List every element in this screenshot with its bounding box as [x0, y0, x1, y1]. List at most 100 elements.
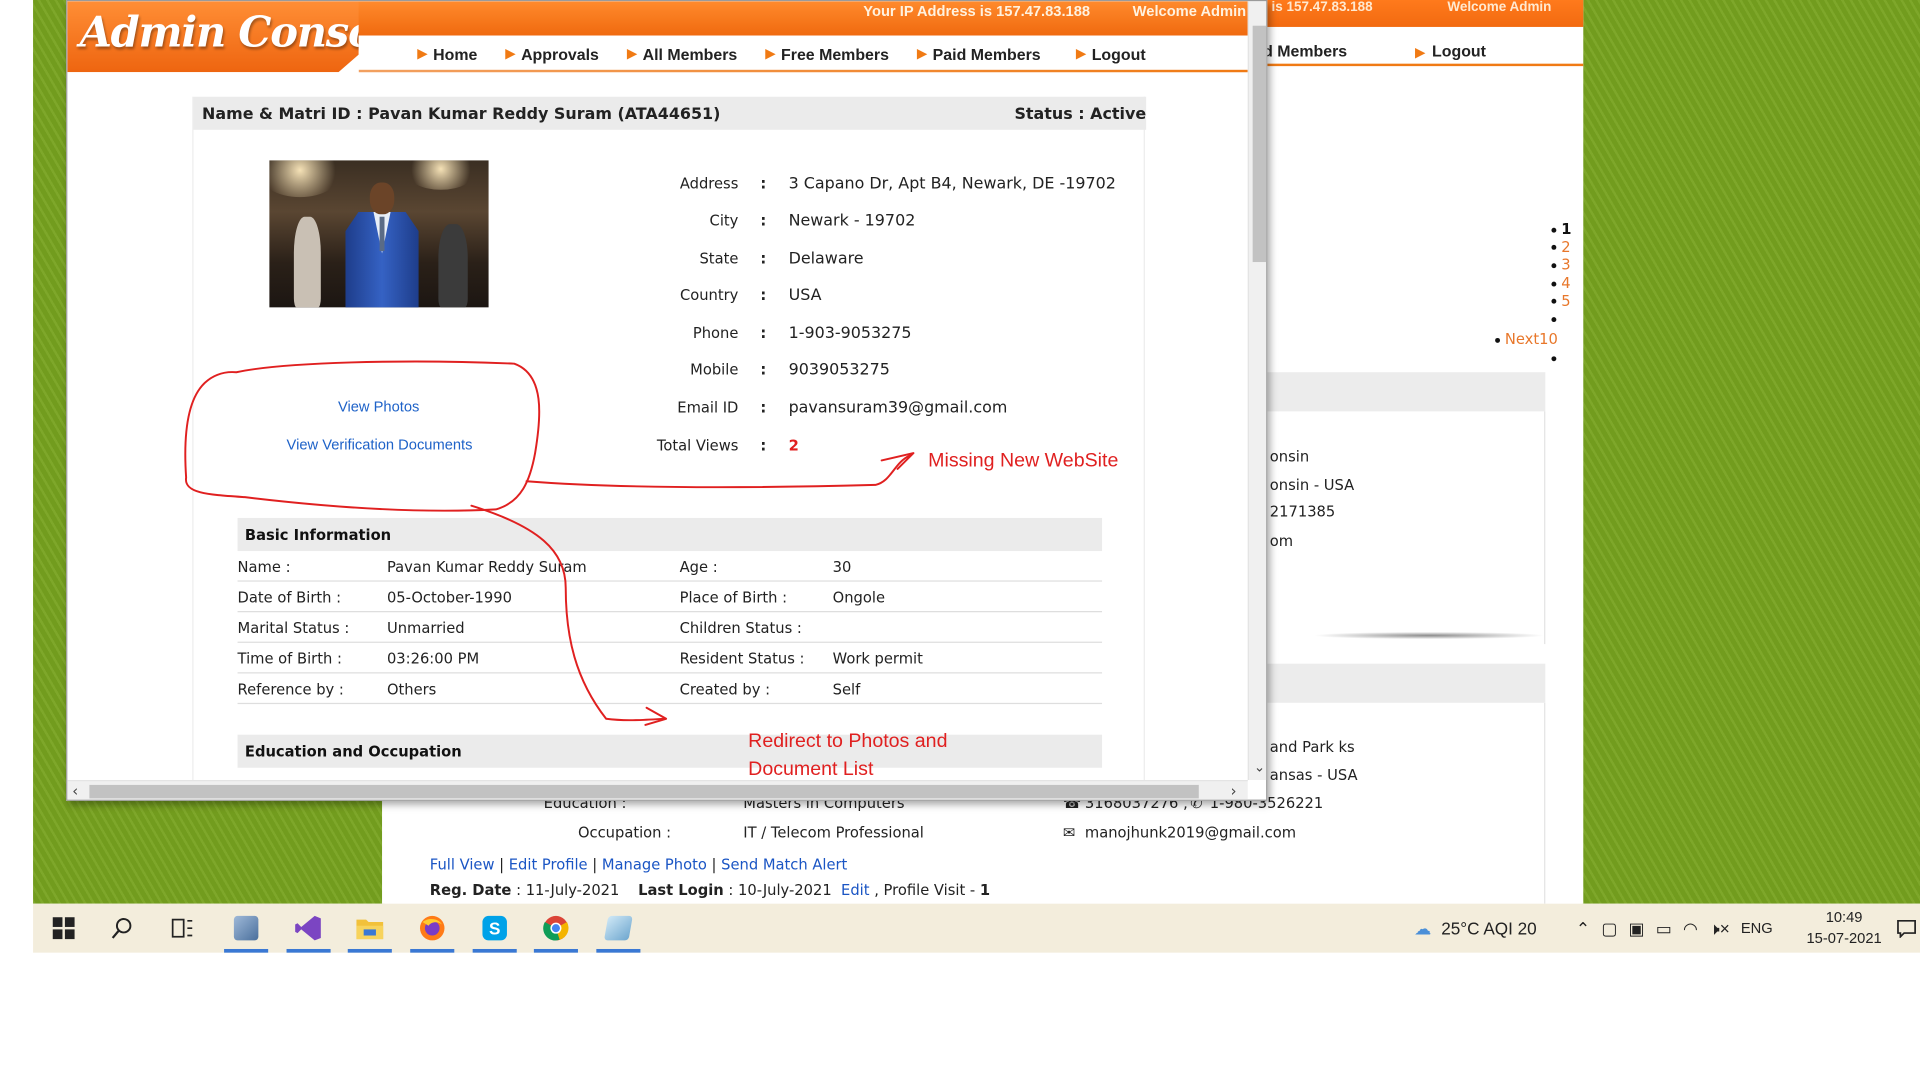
- info-value: 05-October-1990: [386, 588, 512, 607]
- horizontal-scroll-thumb[interactable]: [89, 784, 1199, 799]
- card-shadow: [1312, 631, 1546, 640]
- search-icon[interactable]: [98, 904, 147, 953]
- info-label: Reference by :: [237, 680, 344, 698]
- member-action-links: Full View | Edit Profile | Manage Photo …: [429, 855, 848, 874]
- taskbar-clock[interactable]: 10:49 15-07-2021: [1800, 907, 1888, 949]
- chrome-icon[interactable]: [531, 904, 580, 953]
- scroll-left-icon[interactable]: ‹: [72, 782, 78, 799]
- nav-paid-members[interactable]: ▶ Paid Members: [917, 45, 1041, 63]
- battery-icon[interactable]: ▭: [1656, 918, 1672, 939]
- contact-value: Newark - 19702: [788, 211, 916, 231]
- background-nav: Paid Members ▶ Logout: [1239, 42, 1549, 60]
- background-nav-logout[interactable]: ▶ Logout: [1415, 42, 1518, 60]
- send-match-alert-link[interactable]: Send Match Alert: [721, 856, 847, 873]
- background-card-line: onsin: [1269, 448, 1310, 466]
- windows-start-icon[interactable]: [39, 904, 88, 953]
- info-value: 30: [832, 558, 852, 576]
- contact-value: pavansuram39@gmail.com: [788, 399, 1008, 418]
- contact-row-city: City: Newark - 19702: [193, 212, 1146, 234]
- background-card: [1263, 411, 1546, 645]
- page-link-5[interactable]: 5: [1551, 292, 1571, 310]
- last-login-value: 10-July-2021: [738, 881, 832, 899]
- page-empty: [1551, 349, 1561, 367]
- background-card-line: ansas - USA: [1269, 766, 1358, 784]
- basic-info-row: Date of Birth : 05-October-1990 Place of …: [237, 582, 1103, 613]
- system-tray: ⌃ ▢ ▣ ▭ ◠ 🕨× ENG: [1576, 904, 1773, 953]
- vertical-scrollbar[interactable]: ⌄: [1247, 1, 1267, 781]
- profile-visit-count: 1: [979, 881, 991, 899]
- info-value: Self: [832, 680, 861, 698]
- contact-label: Mobile: [690, 361, 739, 379]
- info-value: 03:26:00 PM: [386, 650, 480, 668]
- page-link-4[interactable]: 4: [1551, 274, 1571, 292]
- contact-colon: :: [760, 399, 767, 417]
- tool-app-icon[interactable]: [222, 904, 271, 953]
- contact-label: Total Views: [656, 437, 739, 455]
- contact-label: Address: [679, 175, 739, 193]
- basic-info-row: Time of Birth : 03:26:00 PM Resident Stat…: [237, 643, 1103, 674]
- background-welcome-text: Welcome Admin: [1447, 0, 1552, 15]
- bullet-icon: [1551, 299, 1557, 304]
- contact-colon: :: [760, 249, 767, 267]
- scroll-down-icon[interactable]: ⌄: [1254, 759, 1265, 775]
- contact-value: USA: [788, 286, 822, 305]
- show-hidden-icons-chevron-icon[interactable]: ⌃: [1576, 918, 1590, 939]
- skype-icon[interactable]: S: [470, 904, 519, 953]
- page-link-1[interactable]: 1: [1551, 220, 1571, 238]
- page-link-2[interactable]: 2: [1551, 238, 1571, 256]
- info-label: Name :: [237, 558, 291, 576]
- annotation-missing-website: Missing New WebSite: [928, 450, 1119, 472]
- contact-label: Phone: [692, 324, 739, 342]
- desktop-wallpaper-right: [1582, 0, 1920, 904]
- volume-muted-icon[interactable]: 🕨×: [1709, 918, 1730, 939]
- horizontal-scrollbar[interactable]: ‹ ›: [67, 780, 1248, 800]
- notepad-icon[interactable]: [594, 904, 643, 953]
- info-label: Place of Birth :: [679, 588, 788, 607]
- scroll-right-icon[interactable]: ›: [1231, 782, 1237, 799]
- occupation-value: IT / Telecom Professional: [743, 824, 924, 842]
- member-profile-card: Name & Matri ID : Pavan Kumar Reddy Sura…: [192, 96, 1147, 783]
- display-icon[interactable]: ▣: [1629, 918, 1645, 939]
- page-link-3[interactable]: 3: [1551, 256, 1571, 274]
- registration-info: Reg. Date : 11-July-2021 Last Login : 10…: [429, 881, 991, 899]
- contact-label: Country: [679, 286, 739, 304]
- contact-row-phone: Phone: 1-903-9053275: [193, 324, 1146, 346]
- nav-arrow-icon: ▶: [765, 47, 775, 62]
- contact-row-email: Email ID: pavansuram39@gmail.com: [193, 399, 1146, 421]
- wifi-icon[interactable]: ◠: [1683, 918, 1698, 939]
- screen: ess is 157.47.83.188 Welcome Admin Paid …: [0, 0, 1920, 1080]
- nav-free-members[interactable]: ▶ Free Members: [765, 45, 889, 63]
- meet-now-icon[interactable]: ▢: [1601, 918, 1617, 939]
- reg-date-value: 11-July-2021: [525, 881, 620, 899]
- member-name-matri-id: Name & Matri ID : Pavan Kumar Reddy Sura…: [202, 105, 721, 124]
- weather-widget[interactable]: ☁ 25°C AQI 20: [1414, 904, 1536, 953]
- nav-home[interactable]: ▶ Home: [418, 45, 478, 63]
- edit-link[interactable]: Edit: [841, 882, 869, 899]
- member-status: Status : Active: [1014, 105, 1147, 124]
- vertical-scroll-thumb[interactable]: [1252, 25, 1267, 263]
- bullet-icon: [1551, 263, 1557, 269]
- file-explorer-icon[interactable]: [345, 904, 394, 953]
- language-indicator[interactable]: ENG: [1741, 920, 1773, 937]
- nav-approvals[interactable]: ▶ Approvals: [506, 45, 599, 63]
- nav-all-members[interactable]: ▶ All Members: [627, 45, 737, 63]
- basic-info-row: Name : Pavan Kumar Reddy Suram Age : 30: [237, 551, 1103, 582]
- nav-logout[interactable]: ▶ Logout: [1076, 45, 1145, 63]
- firefox-icon[interactable]: [408, 904, 457, 953]
- background-nav-underline: [1266, 63, 1584, 67]
- basic-info-row: Marital Status : Unmarried Children Statu…: [237, 612, 1103, 643]
- visual-studio-icon[interactable]: [284, 904, 333, 953]
- next10-link[interactable]: Next10: [1495, 331, 1558, 349]
- notification-icon[interactable]: [1892, 904, 1920, 953]
- windows-taskbar: S ☁ 25°C AQI 20 ⌃ ▢ ▣ ▭ ◠ 🕨× ENG 10:49 1…: [33, 903, 1920, 953]
- edit-profile-link[interactable]: Edit Profile: [509, 856, 588, 873]
- background-card-header: [1263, 663, 1546, 703]
- contact-row-address: Address: 3 Capano Dr, Apt B4, Newark, DE …: [193, 175, 1146, 197]
- contact-colon: :: [760, 437, 767, 455]
- basic-info-row: Reference by : Others Created by : Self: [237, 673, 1103, 705]
- task-view-icon[interactable]: [158, 904, 207, 953]
- ip-address-text: Your IP Address is 157.47.83.188: [863, 2, 1091, 20]
- manage-photo-link[interactable]: Manage Photo: [602, 856, 707, 873]
- full-view-link[interactable]: Full View: [430, 856, 495, 873]
- bullet-icon: [1551, 227, 1557, 233]
